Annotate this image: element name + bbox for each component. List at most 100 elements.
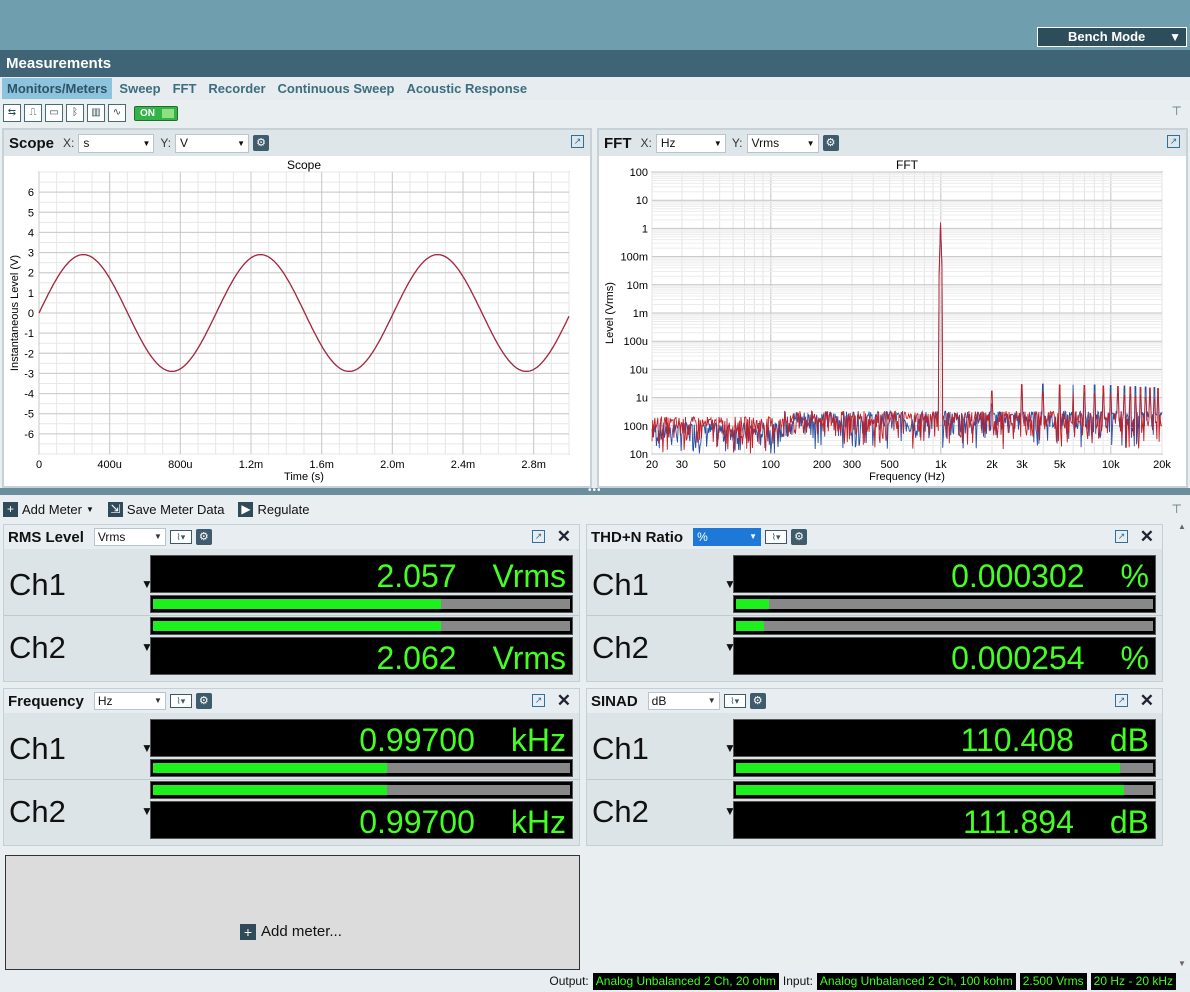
x-axis-label: X: (63, 136, 75, 150)
tab-monitors-meters[interactable]: Monitors/Meters (2, 78, 113, 99)
fft-y-tick-label: 100m (620, 252, 648, 264)
signal-icon[interactable]: ▭ (45, 104, 63, 122)
gear-icon[interactable]: ⚙ (749, 693, 766, 709)
close-icon[interactable]: ✕ (1140, 527, 1154, 547)
scope-y-unit-select[interactable]: V ▼ (175, 133, 250, 153)
close-icon[interactable]: ✕ (557, 691, 571, 711)
close-icon[interactable]: ✕ (1140, 691, 1154, 711)
fft-y-tick-label: 10n (630, 449, 648, 461)
tab-continuous-sweep[interactable]: Continuous Sweep (273, 78, 400, 99)
ch1-value: 110.408 (960, 722, 1074, 758)
scope-plot[interactable]: 0 400u 800u 1.2m 1.6m 2.0m 2.4m 2.8m 6 5 4 3 2 1 0 -1 -2… (4, 156, 590, 486)
ch2-unit: Vrms (492, 640, 566, 676)
ch1-label: Ch1 (9, 731, 66, 766)
meter-unit-select[interactable]: Vrms ▼ (93, 528, 166, 546)
meter-unit-select[interactable]: % ▼ (693, 528, 762, 546)
fft-x-tick-label: 10k (1102, 459, 1120, 471)
gear-icon[interactable]: ⚙ (195, 529, 212, 545)
bench-mode-dropdown[interactable]: Bench Mode ▼ (1037, 27, 1187, 47)
x-axis-label: X: (640, 136, 652, 150)
dropdown-arrow-icon: ▼ (85, 504, 94, 514)
popout-icon[interactable]: ↗ (1167, 135, 1180, 148)
popout-icon[interactable]: ↗ (571, 135, 584, 148)
tab-fft[interactable]: FFT (168, 78, 202, 99)
meter-unit-select[interactable]: Hz ▼ (93, 692, 166, 710)
scope-y-axis-label: Instantaneous Level (V) (9, 255, 21, 371)
scope-y-tick-label: -1 (24, 328, 34, 340)
dropdown-arrow-icon: ▼ (153, 532, 162, 541)
add-signal-icon[interactable]: ∿ (108, 104, 126, 122)
plus-icon: + (3, 501, 18, 517)
dropdown-arrow-icon: ▼ (1169, 30, 1181, 44)
close-icon[interactable]: ✕ (557, 527, 571, 547)
gear-icon[interactable]: ⚙ (822, 135, 839, 151)
chart-options-icon[interactable]: ⌇▾ (765, 530, 788, 544)
scroll-up-icon[interactable]: ▲ (1178, 522, 1186, 531)
ch2-label: Ch2 (592, 794, 649, 829)
splitter-grip-icon[interactable]: ••• (588, 485, 602, 496)
vertical-scrollbar[interactable]: ▲ ▼ (1176, 522, 1188, 968)
dropdown-arrow-icon: ▼ (142, 138, 151, 148)
save-meter-data-button[interactable]: ⇲ Save Meter Data (107, 501, 224, 517)
ch1-bar-fill (153, 763, 387, 773)
generator-level[interactable]: 2.500 Vrms (1019, 972, 1087, 990)
fft-x-tick-label: 200 (813, 459, 831, 471)
chart-options-icon[interactable]: ⌇▾ (169, 694, 192, 708)
save-icon: ⇲ (107, 501, 123, 517)
ch1-bar-fill (153, 599, 441, 609)
ch2-unit: % (1120, 640, 1149, 676)
tab-recorder[interactable]: Recorder (203, 78, 270, 99)
add-meter-label: Add Meter (22, 501, 82, 517)
pin-icon[interactable]: ⊤ (1172, 104, 1182, 118)
fft-plot[interactable]: 20 30 50 100 200 300 500 1k 2k 3k 5k 10k 20k10010110… (599, 156, 1186, 486)
y-axis-label: Y: (731, 136, 743, 150)
fft-x-unit-value: Hz (660, 135, 676, 150)
generator-on-toggle[interactable]: ON (134, 105, 178, 121)
waveform-icon[interactable]: ⎍ (24, 104, 42, 122)
ch2-label: Ch2 (9, 794, 66, 829)
regulate-button[interactable]: ▶ Regulate (238, 501, 310, 517)
gear-icon[interactable]: ⚙ (253, 135, 270, 151)
ch2-label: Ch2 (9, 630, 66, 665)
meter-unit-value: Vrms (97, 530, 126, 544)
fft-x-tick-label: 2k (986, 459, 998, 471)
ch2-bar-fill (153, 621, 441, 631)
add-meter-placeholder[interactable]: + Add meter... (5, 855, 580, 970)
fft-y-axis-label: Level (Vrms) (604, 282, 616, 344)
pin-icon[interactable]: ⊤ (1172, 502, 1182, 516)
gear-icon[interactable]: ⚙ (195, 693, 212, 709)
thdn-ratio-meter: THD+N Ratio% ▼ ⌇▾ ⚙ ↗ ✕ Ch1 ▼ 0.000302% Ch2 ▼ 0.000… (586, 524, 1163, 682)
popout-icon[interactable]: ↗ (532, 694, 545, 707)
fft-y-unit-select[interactable]: Vrms ▼ (746, 133, 819, 153)
swap-icon[interactable]: ⇆ (3, 104, 21, 122)
input-value[interactable]: Analog Unbalanced 2 Ch, 100 kohm (816, 972, 1016, 990)
status-bar: Output: Analog Unbalanced 2 Ch, 20 ohm I… (0, 970, 1190, 992)
chart-options-icon[interactable]: ⌇▾ (169, 530, 192, 544)
tab-acoustic-response[interactable]: Acoustic Response (402, 78, 533, 99)
ch2-value: 0.99700 (359, 804, 475, 840)
fft-chart-title: FFT (896, 158, 919, 172)
popout-icon[interactable]: ↗ (532, 530, 545, 543)
scope-y-tick-label: -5 (24, 409, 34, 421)
popout-icon[interactable]: ↗ (1115, 530, 1128, 543)
digital-icon[interactable]: ▥ (87, 104, 105, 122)
channel-divider (4, 615, 579, 616)
scope-y-tick-label: 5 (28, 207, 34, 219)
fft-y-tick-label: 10m (627, 280, 648, 292)
gear-icon[interactable]: ⚙ (791, 529, 808, 545)
bandwidth-value[interactable]: 20 Hz - 20 kHz (1090, 972, 1176, 990)
ch1-bar-fill (736, 763, 1120, 773)
tab-sweep[interactable]: Sweep (114, 78, 165, 99)
output-value[interactable]: Analog Unbalanced 2 Ch, 20 ohm (592, 972, 779, 990)
scope-x-unit-select[interactable]: s ▼ (78, 133, 155, 153)
bluetooth-icon[interactable]: ᛒ (66, 104, 84, 122)
ch1-readout: 110.408 dB (733, 719, 1156, 758)
add-meter-button[interactable]: + Add Meter ▼ (3, 501, 94, 517)
chart-options-icon[interactable]: ⌇▾ (723, 694, 746, 708)
popout-icon[interactable]: ↗ (1115, 694, 1128, 707)
panel-splitter[interactable]: ••• (0, 485, 1190, 496)
fft-y-tick-label: 100n (624, 421, 648, 433)
meter-unit-select[interactable]: dB ▼ (647, 692, 720, 710)
fft-x-unit-select[interactable]: Hz ▼ (655, 133, 726, 153)
scroll-down-icon[interactable]: ▼ (1178, 959, 1186, 968)
